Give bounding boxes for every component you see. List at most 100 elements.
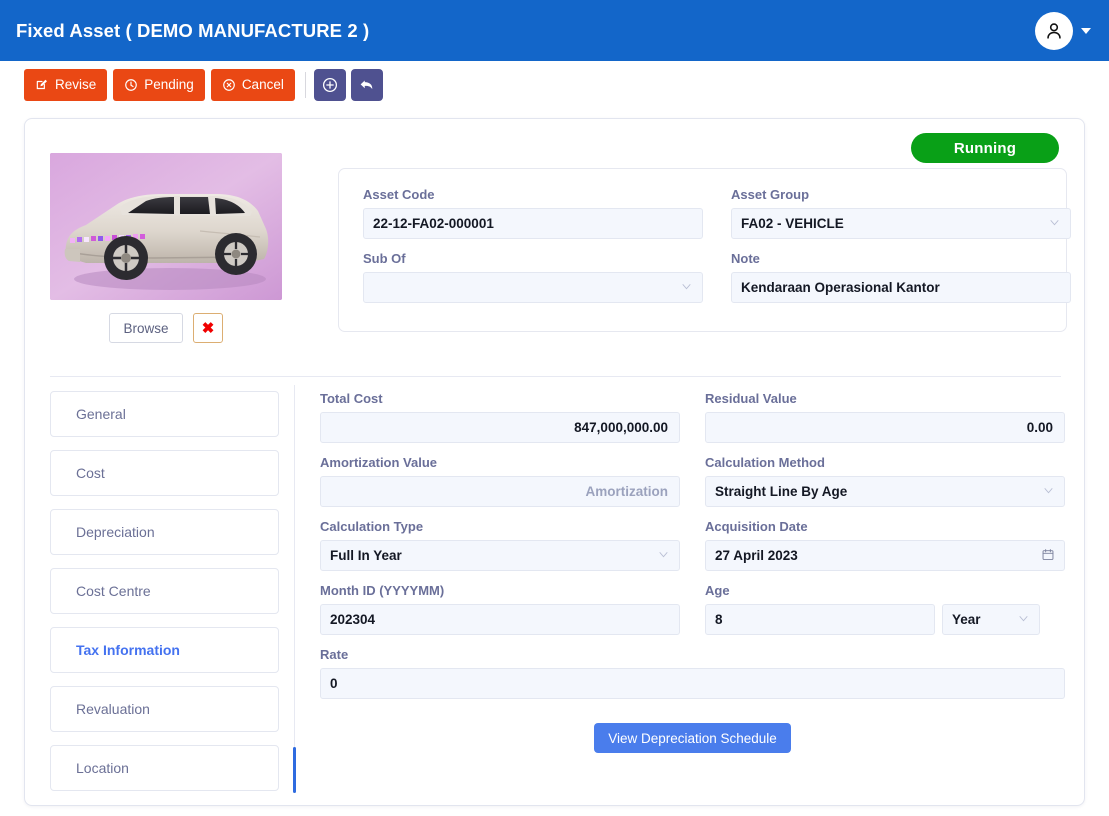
residual-value-field: Residual Value 0.00	[705, 391, 1065, 443]
revise-label: Revise	[55, 77, 97, 92]
active-tab-marker	[293, 747, 296, 793]
note-label: Note	[731, 251, 760, 266]
sidebar-item-location[interactable]: Location	[50, 745, 279, 791]
app-header: Fixed Asset ( DEMO MANUFACTURE 2 )	[0, 0, 1109, 61]
asset-group-field: Asset Group FA02 - VEHICLE	[731, 187, 1071, 239]
age-field: Age 8	[705, 583, 935, 635]
tab-list: General Cost Depreciation Cost Centre Ta…	[50, 391, 279, 804]
calendar-icon[interactable]	[1041, 547, 1055, 564]
revise-button[interactable]: Revise	[24, 68, 108, 101]
amortization-value-label: Amortization Value	[320, 455, 438, 470]
asset-group-value: FA02 - VEHICLE	[741, 216, 844, 231]
form-actions: View Depreciation Schedule	[320, 723, 1065, 753]
calculation-type-value: Full In Year	[330, 548, 402, 563]
age-unit-field: Year	[942, 604, 1040, 635]
chevron-down-icon	[1017, 612, 1030, 628]
add-button[interactable]	[313, 68, 346, 101]
browse-button[interactable]: Browse	[109, 313, 183, 343]
residual-value-input[interactable]: 0.00	[705, 412, 1065, 443]
total-cost-input[interactable]: 847,000,000.00	[320, 412, 680, 443]
calculation-method-field: Calculation Method Straight Line By Age	[705, 455, 1065, 507]
age-input[interactable]: 8	[705, 604, 935, 635]
back-button[interactable]	[350, 68, 383, 101]
tax-information-form: Total Cost 847,000,000.00 Residual Value…	[320, 391, 1065, 753]
asset-code-input[interactable]: 22-12-FA02-000001	[363, 208, 703, 239]
tab-label: Revaluation	[76, 701, 150, 717]
tab-label: Tax Information	[76, 642, 180, 658]
user-icon	[1047, 22, 1061, 39]
sidebar-item-general[interactable]: General	[50, 391, 279, 437]
calculation-method-select[interactable]: Straight Line By Age	[705, 476, 1065, 507]
calculation-method-value: Straight Line By Age	[715, 484, 848, 499]
sub-of-label: Sub Of	[363, 251, 406, 266]
acquisition-date-value: 27 April 2023	[715, 548, 798, 563]
note-field: Note Kendaraan Operasional Kantor	[731, 251, 1071, 303]
sub-of-select[interactable]	[363, 272, 703, 303]
month-id-input[interactable]: 202304	[320, 604, 680, 635]
age-value: 8	[715, 612, 723, 627]
note-input[interactable]: Kendaraan Operasional Kantor	[731, 272, 1071, 303]
view-depreciation-schedule-button[interactable]: View Depreciation Schedule	[594, 723, 791, 753]
sub-of-field: Sub Of	[363, 251, 703, 303]
edit-square-icon	[36, 79, 47, 89]
calculation-type-label: Calculation Type	[320, 519, 424, 534]
tab-label: General	[76, 406, 126, 422]
acquisition-date-input[interactable]: 27 April 2023	[705, 540, 1065, 571]
asset-photo	[50, 153, 282, 300]
asset-group-select[interactable]: FA02 - VEHICLE	[731, 208, 1071, 239]
toolbar: Revise Pending Cancel	[0, 61, 1109, 108]
note-value: Kendaraan Operasional Kantor	[741, 280, 940, 295]
calculation-method-label: Calculation Method	[705, 455, 825, 470]
asset-info-panel: Asset Code 22-12-FA02-000001 Asset Group…	[338, 168, 1071, 332]
vertical-divider	[294, 385, 295, 785]
circle-x-icon	[222, 78, 235, 91]
total-cost-value: 847,000,000.00	[574, 420, 668, 435]
undo-arrow-icon	[360, 80, 373, 89]
photo-actions: Browse ✖	[50, 313, 282, 343]
pending-button[interactable]: Pending	[113, 68, 205, 101]
sidebar-item-depreciation[interactable]: Depreciation	[50, 509, 279, 555]
age-unit-select[interactable]: Year	[942, 604, 1040, 635]
asset-code-value: 22-12-FA02-000001	[373, 216, 494, 231]
vehicle-image	[50, 153, 282, 300]
chevron-down-icon[interactable]	[1081, 27, 1091, 34]
toolbar-divider	[304, 71, 306, 98]
asset-photo-column: Browse ✖	[50, 153, 282, 343]
asset-group-label: Asset Group	[731, 187, 810, 202]
asset-detail-card: Running Browse ✖ Asset Code 22-12-FA02-0…	[24, 118, 1085, 806]
acquisition-date-label: Acquisition Date	[705, 519, 808, 534]
chevron-down-icon	[1048, 216, 1061, 232]
remove-photo-button[interactable]: ✖	[193, 313, 223, 343]
page-title: Fixed Asset ( DEMO MANUFACTURE 2 )	[16, 19, 370, 41]
calculation-type-field: Calculation Type Full In Year	[320, 519, 680, 571]
pending-label: Pending	[144, 77, 194, 92]
section-divider	[50, 376, 1061, 377]
rate-label: Rate	[320, 647, 349, 662]
rate-field: Rate 0	[320, 647, 1065, 699]
sidebar-item-cost[interactable]: Cost	[50, 450, 279, 496]
cancel-label: Cancel	[241, 77, 284, 92]
clock-icon	[125, 78, 138, 91]
total-cost-label: Total Cost	[320, 391, 383, 406]
amortization-value-placeholder: Amortization	[585, 484, 669, 499]
cancel-button[interactable]: Cancel	[210, 68, 295, 101]
avatar[interactable]	[1035, 11, 1073, 50]
sidebar-item-cost-centre[interactable]: Cost Centre	[50, 568, 279, 614]
acquisition-date-field: Acquisition Date 27 April 2023	[705, 519, 1065, 571]
user-menu[interactable]	[1035, 11, 1091, 50]
month-id-label: Month ID (YYYYMM)	[320, 583, 445, 598]
month-id-field: Month ID (YYYYMM) 202304	[320, 583, 680, 635]
plus-circle-icon	[322, 77, 337, 92]
chevron-down-icon	[680, 280, 693, 296]
chevron-down-icon	[657, 548, 670, 564]
amortization-value-input[interactable]: Amortization	[320, 476, 680, 507]
asset-code-field: Asset Code 22-12-FA02-000001	[363, 187, 703, 239]
age-label: Age	[705, 583, 730, 598]
asset-summary-section: Browse ✖ Asset Code 22-12-FA02-000001 As…	[25, 119, 1086, 376]
chevron-down-icon	[1042, 484, 1055, 500]
rate-input[interactable]: 0	[320, 668, 1065, 699]
sidebar-item-tax-information[interactable]: Tax Information	[50, 627, 279, 673]
sidebar-item-revaluation[interactable]: Revaluation	[50, 686, 279, 732]
amortization-value-field: Amortization Value Amortization	[320, 455, 680, 507]
calculation-type-select[interactable]: Full In Year	[320, 540, 680, 571]
